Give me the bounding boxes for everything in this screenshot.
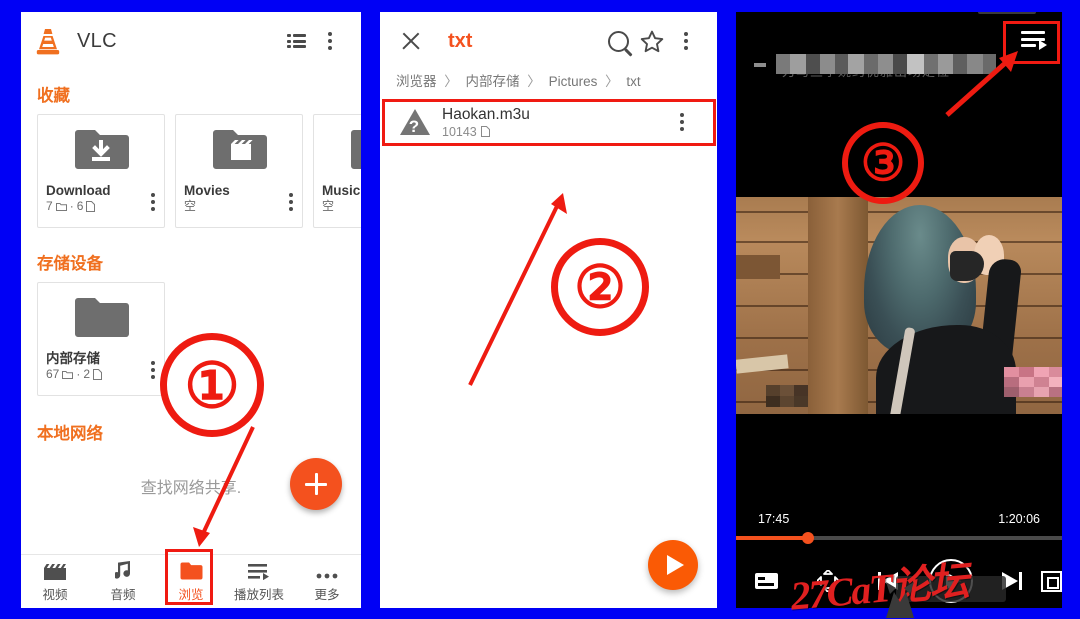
highlight-playlist-button bbox=[1003, 21, 1060, 64]
section-title-storage: 存储设备 bbox=[37, 255, 103, 273]
folder-card-meta: 内部存储 67 · 2 bbox=[38, 351, 164, 382]
seek-fill bbox=[736, 536, 808, 540]
lock-icon bbox=[1041, 570, 1062, 592]
censor-mosaic bbox=[1004, 367, 1062, 397]
folder-card-overflow-icon[interactable] bbox=[151, 361, 155, 379]
subtitle-icon bbox=[755, 573, 779, 589]
star-icon[interactable] bbox=[635, 24, 669, 58]
panel-video-player: 刀马旦李婉约优雅出场走位 bbox=[736, 12, 1062, 608]
folder-card-overflow-icon[interactable] bbox=[151, 193, 155, 211]
app-title: VLC bbox=[77, 29, 117, 52]
list-view-icon[interactable] bbox=[279, 24, 313, 58]
nav-label: 播放列表 bbox=[233, 588, 284, 602]
file-browser-appbar: txt bbox=[380, 12, 717, 70]
watermark-cat-logo bbox=[872, 578, 942, 619]
folder-card-music[interactable]: Music 空 bbox=[313, 114, 361, 228]
annotation-step-1: ① bbox=[160, 333, 264, 437]
seek-bar[interactable] bbox=[736, 532, 1062, 544]
folder-count: 7 bbox=[46, 199, 53, 213]
folder-subtitle: 7 · 6 bbox=[46, 198, 156, 214]
highlight-browse-tab bbox=[165, 549, 213, 605]
panel-vlc-browse: VLC 收藏 Download 7 · 6 Movies 空 Music 空 存… bbox=[21, 12, 361, 608]
breadcrumb-separator: 〉 bbox=[444, 74, 458, 89]
censor-mosaic-2 bbox=[766, 385, 808, 407]
folder-name: Download bbox=[46, 183, 111, 198]
section-title-favorites: 收藏 bbox=[37, 87, 70, 105]
dot-sep: · bbox=[69, 199, 74, 213]
file-count: 6 bbox=[76, 199, 84, 213]
local-network-empty-row: 查找网络共享. bbox=[21, 452, 361, 536]
audio-icon bbox=[114, 560, 132, 580]
dot-sep: · bbox=[76, 367, 81, 381]
breadcrumb: 浏览器 〉 内部存储 〉 Pictures 〉 txt bbox=[380, 70, 717, 98]
folder-card-meta: Music 空 bbox=[314, 183, 361, 214]
mosaic-overlay bbox=[776, 54, 1006, 74]
breadcrumb-separator: 〉 bbox=[605, 74, 619, 89]
vlc-cone-icon bbox=[35, 27, 61, 55]
folder-music-icon bbox=[314, 115, 361, 183]
nav-label: 音频 bbox=[110, 588, 136, 602]
folder-name: Movies bbox=[184, 183, 230, 198]
folder-count: 67 bbox=[46, 367, 60, 381]
folder-card-overflow-icon[interactable] bbox=[289, 193, 293, 211]
folder-card-meta: Movies 空 bbox=[176, 183, 302, 214]
folder-subtitle: 空 bbox=[322, 199, 335, 213]
more-vertical-icon[interactable] bbox=[669, 24, 703, 58]
add-network-share-button[interactable] bbox=[290, 458, 342, 510]
sidebar-item-video[interactable]: 视频 bbox=[21, 555, 89, 608]
folder-name: 内部存储 bbox=[46, 351, 100, 366]
folder-card-internal-storage[interactable]: 内部存储 67 · 2 bbox=[37, 282, 165, 396]
breadcrumb-separator: 〉 bbox=[527, 74, 541, 89]
annotation-step-2: ② bbox=[551, 238, 649, 336]
sidebar-item-more[interactable]: 更多 bbox=[293, 555, 361, 608]
folder-name: Music bbox=[322, 183, 361, 198]
plus-icon bbox=[305, 473, 327, 495]
play-all-button[interactable] bbox=[648, 540, 698, 590]
more-vertical-icon[interactable] bbox=[313, 24, 347, 58]
search-icon[interactable] bbox=[601, 24, 635, 58]
play-icon bbox=[667, 555, 684, 575]
favorites-card-row: Download 7 · 6 Movies 空 Music 空 bbox=[21, 114, 361, 228]
video-frame bbox=[736, 197, 1062, 432]
close-icon[interactable] bbox=[394, 24, 428, 58]
folder-subtitle: 67 · 2 bbox=[46, 366, 156, 382]
sidebar-item-playlist[interactable]: 播放列表 bbox=[225, 555, 293, 608]
screenshot-stage: VLC 收藏 Download 7 · 6 Movies 空 Music 空 存… bbox=[0, 0, 1080, 619]
current-time: 17:45 bbox=[758, 512, 790, 526]
folder-card-movies[interactable]: Movies 空 bbox=[175, 114, 303, 228]
folder-card-meta: Download 7 · 6 bbox=[38, 183, 164, 214]
total-time: 1:20:06 bbox=[998, 512, 1040, 526]
sidebar-item-audio[interactable]: 音频 bbox=[89, 555, 157, 608]
breadcrumb-item[interactable]: 浏览器 bbox=[396, 74, 437, 89]
file-count: 2 bbox=[83, 367, 91, 381]
seek-knob bbox=[801, 532, 814, 544]
lock-button[interactable] bbox=[1041, 570, 1062, 592]
breadcrumb-item[interactable]: 内部存储 bbox=[466, 74, 520, 89]
highlight-file-row bbox=[382, 99, 716, 146]
nav-label: 视频 bbox=[42, 588, 68, 602]
annotation-step-3: ③ bbox=[842, 122, 924, 204]
folder-subtitle: 空 bbox=[184, 199, 197, 213]
page-title: txt bbox=[448, 29, 473, 52]
nav-label: 更多 bbox=[314, 588, 340, 602]
folder-download-icon bbox=[38, 115, 164, 183]
folder-icon bbox=[38, 283, 164, 351]
more-horizontal-icon bbox=[316, 560, 338, 580]
folder-card-download[interactable]: Download 7 · 6 bbox=[37, 114, 165, 228]
breadcrumb-item[interactable]: Pictures bbox=[549, 74, 598, 89]
vlc-appbar: VLC bbox=[21, 12, 361, 70]
video-icon bbox=[44, 560, 66, 580]
breadcrumb-item[interactable]: txt bbox=[626, 74, 640, 89]
folder-movie-icon bbox=[176, 115, 302, 183]
playlist-icon bbox=[248, 560, 270, 580]
